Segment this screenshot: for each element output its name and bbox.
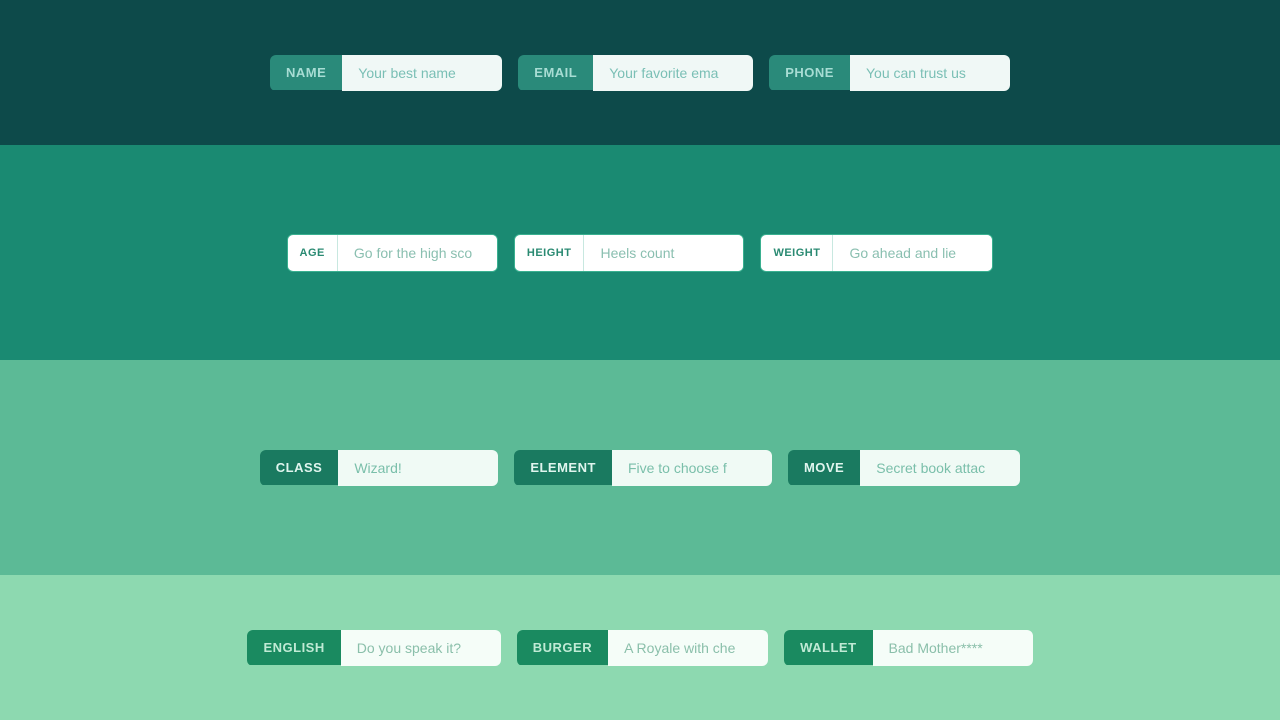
name-input[interactable] [342,55,502,91]
element-field-item: Element [514,450,772,486]
phone-input[interactable] [850,55,1010,91]
element-label: Element [514,450,612,485]
name-field-item: Name [270,55,502,91]
weight-field-item: WEIGHT [760,234,993,272]
phone-field-item: Phone [769,55,1010,91]
weight-input[interactable] [832,235,992,271]
burger-input[interactable] [608,630,768,666]
age-label: AGE [288,237,337,269]
email-input[interactable] [593,55,753,91]
wallet-field-item: Wallet [784,630,1032,666]
height-label: HEIGHT [515,237,584,269]
section-4: English Burger Wallet [0,575,1280,720]
class-field-item: Class [260,450,499,486]
english-input[interactable] [341,630,501,666]
section-1: Name Email Phone [0,0,1280,145]
element-input[interactable] [612,450,772,486]
weight-label: WEIGHT [761,237,832,269]
name-label: Name [270,55,342,90]
english-label: English [247,630,340,665]
wallet-label: Wallet [784,630,872,665]
burger-label: Burger [517,630,608,665]
move-field-item: Move [788,450,1020,486]
phone-label: Phone [769,55,850,90]
field-group-2: AGE HEIGHT WEIGHT [287,234,994,272]
height-input[interactable] [583,235,743,271]
move-input[interactable] [860,450,1020,486]
wallet-input[interactable] [873,630,1033,666]
height-field-item: HEIGHT [514,234,745,272]
field-group-4: English Burger Wallet [247,630,1032,666]
class-label: Class [260,450,339,485]
email-field-item: Email [518,55,753,91]
section-3: Class Element Move [0,360,1280,575]
age-input[interactable] [337,235,497,271]
section-2: AGE HEIGHT WEIGHT [0,145,1280,360]
class-input[interactable] [338,450,498,486]
age-field-item: AGE [287,234,498,272]
field-group-3: Class Element Move [260,450,1020,486]
burger-field-item: Burger [517,630,768,666]
field-group-1: Name Email Phone [270,55,1010,91]
english-field-item: English [247,630,500,666]
move-label: Move [788,450,860,485]
email-label: Email [518,55,593,90]
